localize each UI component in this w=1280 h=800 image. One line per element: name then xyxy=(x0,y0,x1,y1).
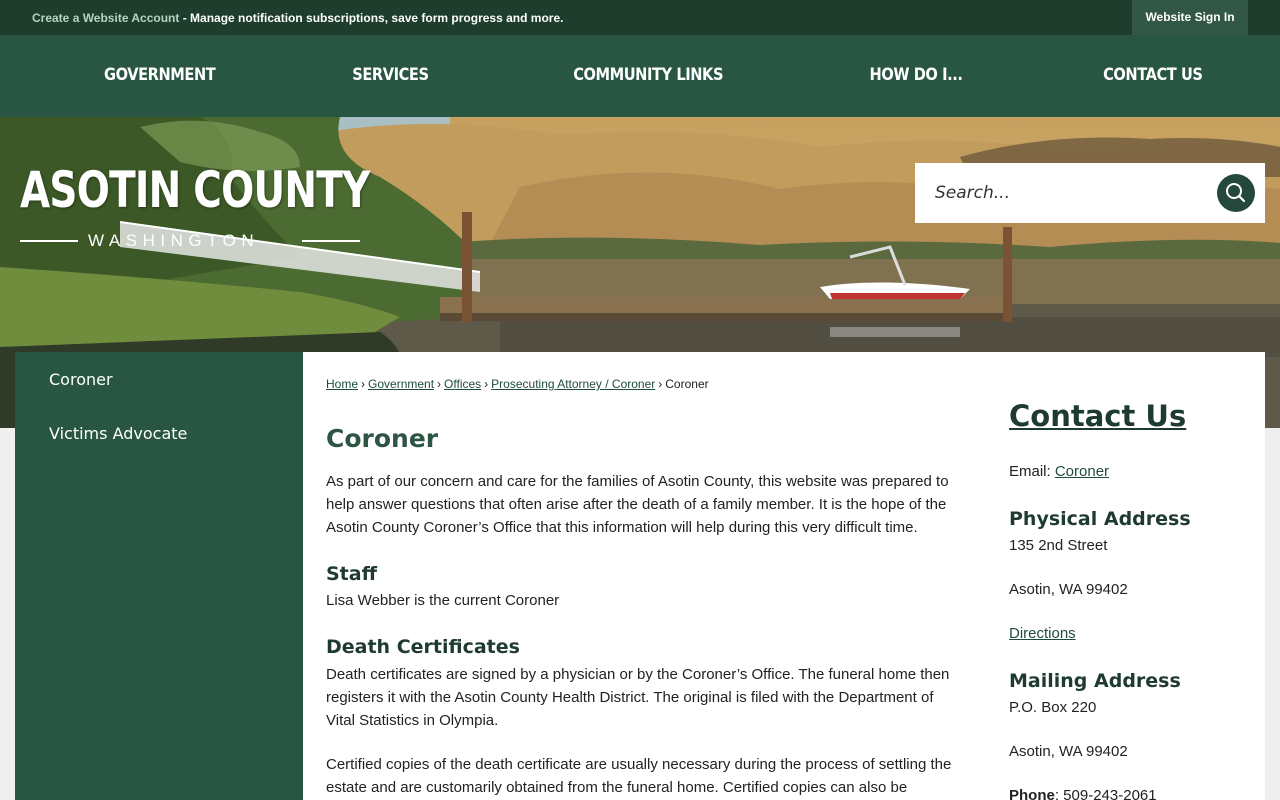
nav-item-community-links[interactable]: COMMUNITY LINKS xyxy=(573,65,723,85)
create-account-link[interactable]: Create a Website Account xyxy=(32,11,179,25)
logo-name: ASOTIN COUNTY xyxy=(20,161,370,219)
contact-email: Email: Coroner xyxy=(1009,463,1109,480)
breadcrumb-separator: › xyxy=(658,377,663,391)
logo-subtitle: WASHINGTON xyxy=(20,231,360,251)
page-title: Coroner xyxy=(326,424,439,453)
logo-rule-right xyxy=(302,240,360,242)
nav-item-contact-us[interactable]: CONTACT US xyxy=(1103,65,1203,85)
breadcrumb-government[interactable]: Government xyxy=(368,377,434,391)
phone-label: Phone xyxy=(1009,787,1055,800)
main-nav: GOVERNMENT SERVICES COMMUNITY LINKS HOW … xyxy=(0,35,1280,117)
main-content: Home › Government › Offices › Prosecuting Atto… xyxy=(303,352,1265,800)
search-input[interactable] xyxy=(915,163,1205,223)
breadcrumb-separator: › xyxy=(437,377,442,391)
staff-text: Lisa Webber is the current Coroner xyxy=(326,592,560,609)
certified-line: estate and are customarily obtained from… xyxy=(326,779,908,796)
site-logo[interactable]: ASOTIN COUNTY WASHINGTON xyxy=(20,161,370,250)
certified-line: Certified copies of the death certificat… xyxy=(326,756,952,773)
certified-copies-paragraph: Certified copies of the death certificat… xyxy=(326,753,966,799)
physical-city: Asotin, WA 99402 xyxy=(1009,581,1128,598)
mailing-box: P.O. Box 220 xyxy=(1009,699,1097,716)
breadcrumb-home[interactable]: Home xyxy=(326,377,358,391)
email-label: Email: xyxy=(1009,463,1055,480)
utility-message-text: - Manage notification subscriptions, sav… xyxy=(179,11,564,25)
nav-item-government[interactable]: GOVERNMENT xyxy=(104,65,216,85)
logo-subtitle-text: WASHINGTON xyxy=(88,231,260,250)
breadcrumb-offices[interactable]: Offices xyxy=(444,377,481,391)
intro-line: Asotin County Coroner’s Office that this… xyxy=(326,519,918,536)
death-cert-line: Vital Statistics in Olympia. xyxy=(326,712,499,729)
death-certificates-paragraph: Death certificates are signed by a physi… xyxy=(326,663,966,732)
nav-item-how-do-i[interactable]: HOW DO I... xyxy=(870,65,963,85)
website-signin-button[interactable]: Website Sign In xyxy=(1132,0,1248,35)
sidebar-item-coroner[interactable]: Coroner xyxy=(49,370,113,389)
breadcrumb-separator: › xyxy=(484,377,489,391)
mailing-address-heading: Mailing Address xyxy=(1009,670,1181,692)
section-sidebar: Coroner Victims Advocate xyxy=(15,352,303,800)
contact-phone: Phone: 509-243-2061 xyxy=(1009,787,1157,800)
intro-paragraph: As part of our concern and care for the … xyxy=(326,470,966,539)
search-button[interactable] xyxy=(1217,174,1255,212)
breadcrumb-prosecuting-attorney[interactable]: Prosecuting Attorney / Coroner xyxy=(491,377,655,391)
contact-us-title[interactable]: Contact Us xyxy=(1009,399,1186,433)
physical-address-heading: Physical Address xyxy=(1009,508,1191,530)
sidebar-item-victims-advocate[interactable]: Victims Advocate xyxy=(49,424,187,443)
physical-street: 135 2nd Street xyxy=(1009,537,1108,554)
logo-rule-left xyxy=(20,240,78,242)
directions-row: Directions xyxy=(1009,625,1076,642)
mailing-city: Asotin, WA 99402 xyxy=(1009,743,1128,760)
utility-message: Create a Website Account - Manage notifi… xyxy=(32,11,563,25)
phone-number[interactable]: : 509-243-2061 xyxy=(1055,787,1157,800)
email-coroner-link[interactable]: Coroner xyxy=(1055,463,1109,480)
death-certificates-heading: Death Certificates xyxy=(326,636,520,658)
utility-bar: Create a Website Account - Manage notifi… xyxy=(0,0,1280,35)
death-cert-line: registers it with the Asotin County Heal… xyxy=(326,689,934,706)
directions-link[interactable]: Directions xyxy=(1009,625,1076,642)
death-cert-line: Death certificates are signed by a physi… xyxy=(326,666,950,683)
search-box xyxy=(915,163,1265,223)
breadcrumb-separator: › xyxy=(361,377,366,391)
nav-item-services[interactable]: SERVICES xyxy=(352,65,429,85)
staff-heading: Staff xyxy=(326,563,377,585)
breadcrumb-current: Coroner xyxy=(665,377,709,391)
search-icon xyxy=(1226,183,1246,203)
breadcrumb: Home › Government › Offices › Prosecuting Atto… xyxy=(326,377,709,391)
intro-line: help answer questions that often arise a… xyxy=(326,496,947,513)
intro-line: As part of our concern and care for the … xyxy=(326,473,949,490)
